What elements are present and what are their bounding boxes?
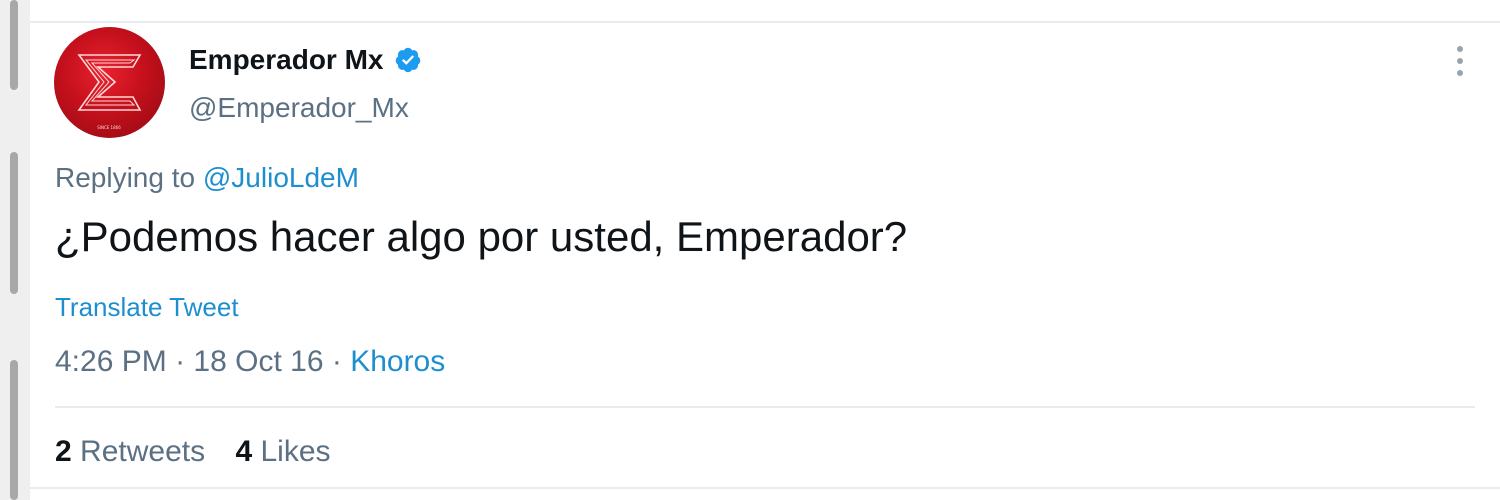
tweet-text: ¿Podemos hacer algo por usted, Emperador… (55, 213, 908, 260)
divider (30, 487, 1500, 489)
retweets-stat[interactable]: 2 Retweets (55, 435, 205, 468)
svg-text:SINCE 1866: SINCE 1866 (97, 125, 121, 130)
tweet-source-link[interactable]: Khoros (350, 345, 445, 378)
replying-to: Replying to @JulioLdeM (55, 162, 359, 194)
translate-tweet-link[interactable]: Translate Tweet (55, 292, 239, 323)
emperador-logo-icon: SINCE 1866 (77, 54, 142, 130)
reply-prefix: Replying to (55, 162, 196, 193)
retweets-count: 2 (55, 435, 72, 468)
author-row: Emperador Mx (189, 40, 422, 80)
avatar[interactable]: SINCE 1866 (54, 27, 165, 138)
thread-gutter (0, 0, 30, 500)
more-vertical-icon[interactable] (1448, 46, 1472, 76)
page: SINCE 1866 Emperador Mx @Emperador_Mx Re… (0, 0, 1500, 500)
divider (55, 406, 1475, 408)
engagement-stats: 2 Retweets 4 Likes (55, 435, 353, 469)
display-name[interactable]: Emperador Mx (189, 44, 384, 76)
tweet-date[interactable]: 18 Oct 16 (193, 345, 323, 378)
reply-mention-link[interactable]: @JulioLdeM (203, 162, 359, 193)
meta-separator: · (331, 345, 342, 378)
tweet-time[interactable]: 4:26 PM (55, 345, 167, 378)
thread-line (10, 360, 18, 500)
verified-badge-icon (394, 46, 422, 74)
likes-count: 4 (235, 435, 253, 468)
likes-stat[interactable]: 4 Likes (235, 435, 330, 468)
meta-separator: · (175, 345, 186, 378)
thread-line (10, 152, 18, 294)
tweet-card: SINCE 1866 Emperador Mx @Emperador_Mx Re… (30, 0, 1500, 500)
divider (30, 21, 1500, 23)
handle[interactable]: @Emperador_Mx (189, 92, 409, 124)
thread-line (10, 0, 18, 90)
tweet-meta: 4:26 PM · 18 Oct 16 · Khoros (55, 345, 445, 379)
retweets-label: Retweets (80, 435, 206, 468)
likes-label: Likes (260, 435, 331, 468)
